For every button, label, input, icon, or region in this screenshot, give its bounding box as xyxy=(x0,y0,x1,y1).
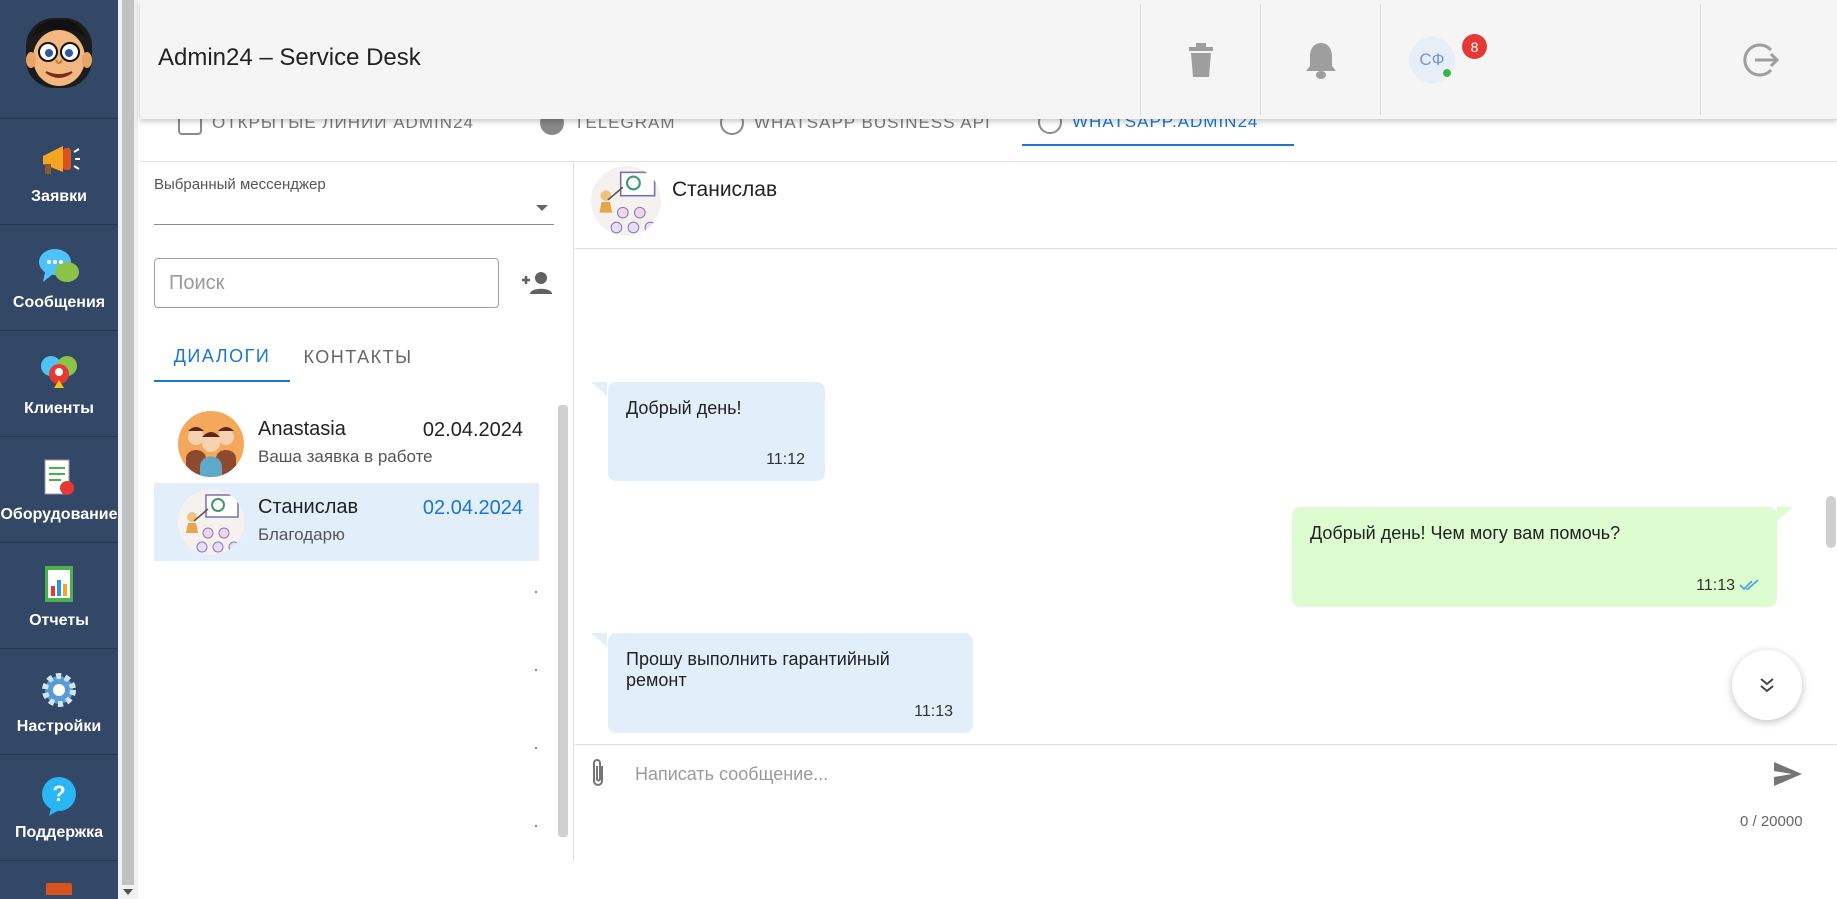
divider-dot xyxy=(535,591,537,593)
dialog-date: 02.04.2024 xyxy=(422,497,523,519)
user-avatar: СФ xyxy=(1409,36,1455,83)
dialog-last-message: Ваша заявка в работе xyxy=(258,447,433,466)
divider-dot xyxy=(535,747,537,749)
divider-dot xyxy=(535,825,537,827)
avatar[interactable] xyxy=(591,166,661,236)
notifications-button[interactable] xyxy=(1260,4,1380,115)
message-text: Добрый день! xyxy=(626,398,742,418)
add-person-icon xyxy=(522,272,552,294)
sidebar-scrollbar-thumb[interactable] xyxy=(122,0,134,885)
dialog-name: Anastasia xyxy=(258,418,346,440)
message-composer: 0 / 20000 xyxy=(575,744,1837,864)
double-check-icon xyxy=(1739,579,1759,591)
avatar xyxy=(178,411,244,477)
sidebar-item-clients[interactable]: Клиенты xyxy=(0,330,118,436)
user-initials: СФ xyxy=(1419,49,1445,69)
char-counter: 0 / 20000 xyxy=(1740,813,1803,830)
avatar xyxy=(178,489,244,555)
dialog-name: Станислав xyxy=(258,496,359,518)
trash-button[interactable] xyxy=(1140,4,1260,115)
sidebar-panel: Заявки Сообщения Клиенты Оборудование От… xyxy=(0,0,118,899)
divider-dot xyxy=(535,669,537,671)
list-item[interactable]: Станислав Благодарю 02.04.2024 xyxy=(154,483,539,561)
dialogs-scrollbar-thumb[interactable] xyxy=(558,405,568,837)
message-input[interactable] xyxy=(635,757,1735,791)
sidebar-scrollbar[interactable] xyxy=(118,0,138,899)
sidebar: Заявки Сообщения Клиенты Оборудование От… xyxy=(0,0,118,899)
message-incoming: Прошу выполнить гарантийный ремонт 11:13 xyxy=(608,633,973,733)
sidebar-item-requests[interactable]: Заявки xyxy=(0,118,118,224)
message-incoming: Добрый день! 11:12 xyxy=(608,382,825,481)
tab-dialogs[interactable]: ДИАЛОГИ xyxy=(154,332,290,382)
logout-icon xyxy=(1742,43,1779,76)
sidebar-item-label: Настройки xyxy=(16,717,102,735)
dialogs-scrollbar[interactable] xyxy=(558,405,568,837)
sidebar-item-label: Заявки xyxy=(31,187,87,205)
messenger-select-label: Выбранный мессенджер xyxy=(154,176,326,193)
message-time: 11:12 xyxy=(766,451,805,468)
svg-text:?: ? xyxy=(52,781,65,806)
sidebar-item-label: Сообщения xyxy=(12,293,106,311)
paperclip-icon xyxy=(593,759,603,786)
messenger-select[interactable] xyxy=(154,224,554,225)
dialog-date: 02.04.2024 xyxy=(422,419,523,441)
attach-button[interactable] xyxy=(587,757,609,789)
page-title: Admin24 – Service Desk xyxy=(158,44,421,71)
book-icon xyxy=(46,883,72,895)
chat-scrollbar-thumb[interactable] xyxy=(1826,496,1836,548)
equipment-icon xyxy=(37,456,81,500)
message-time: 11:13 xyxy=(1696,577,1735,594)
user-profile[interactable]: СФ xyxy=(1380,4,1700,115)
scroll-down-arrow-icon[interactable] xyxy=(123,889,133,895)
sidebar-item-support[interactable]: ? Поддержка xyxy=(0,754,118,860)
sidebar-item-messages[interactable]: Сообщения xyxy=(0,224,118,330)
logo-avatar-icon[interactable] xyxy=(20,14,98,92)
message-text: Прошу выполнить гарантийный ремонт xyxy=(626,649,890,690)
reports-icon xyxy=(37,562,81,606)
sidebar-item-label: Отчеты xyxy=(29,611,89,629)
gear-icon xyxy=(37,668,81,712)
bell-icon xyxy=(1305,42,1336,79)
chat-bubbles-icon xyxy=(37,244,81,288)
megaphone-icon xyxy=(37,138,81,182)
list-item[interactable]: Anastasia Ваша заявка в работе 02.04.202… xyxy=(154,405,539,483)
chat-contact-name: Станислав xyxy=(672,178,778,201)
double-chevron-down-icon xyxy=(1760,678,1774,693)
send-icon xyxy=(1774,762,1802,786)
clients-icon xyxy=(37,350,81,394)
add-contact-button[interactable] xyxy=(520,270,552,296)
message-text: Добрый день! Чем могу вам помочь? xyxy=(1310,523,1621,543)
dialogs-list: Anastasia Ваша заявка в работе 02.04.202… xyxy=(154,405,539,845)
send-button[interactable] xyxy=(1773,761,1803,787)
sidebar-item-equipment[interactable]: Оборудование xyxy=(0,436,118,542)
trash-icon xyxy=(1188,42,1213,77)
sidebar-item-reports[interactable]: Отчеты xyxy=(0,542,118,648)
bubble-tail xyxy=(591,382,607,396)
message-time: 11:13 xyxy=(914,703,953,720)
sidebar-item-settings[interactable]: Настройки xyxy=(0,648,118,754)
search-input[interactable] xyxy=(154,258,499,308)
chevron-down-icon[interactable] xyxy=(536,205,548,211)
sidebar-item-label: Поддержка xyxy=(14,823,104,841)
online-status-dot xyxy=(1442,67,1452,78)
sidebar-item-label: Клиенты xyxy=(24,399,94,417)
bubble-tail xyxy=(1777,507,1793,521)
dialogs-panel: Выбранный мессенджер ДИАЛОГИ КОНТАКТЫ xyxy=(140,162,574,862)
message-outgoing: Добрый день! Чем могу вам помочь? 11:13 xyxy=(1292,507,1777,607)
tab-contacts[interactable]: КОНТАКТЫ xyxy=(290,332,426,382)
top-header: Admin24 – Service Desk 8 СФ xyxy=(140,0,1837,119)
sidebar-item-label: Оборудование xyxy=(0,505,118,523)
scroll-to-bottom-button[interactable] xyxy=(1732,650,1802,720)
logout-button[interactable] xyxy=(1700,4,1820,115)
dialog-last-message: Благодарю xyxy=(258,525,345,544)
sidebar-item-more[interactable] xyxy=(0,860,118,899)
bubble-tail xyxy=(591,633,607,647)
chat-header: Станислав xyxy=(575,162,1837,249)
chat-messages: Добрый день! 11:12 Добрый день! Чем могу… xyxy=(575,250,1837,744)
help-icon: ? xyxy=(37,774,81,818)
